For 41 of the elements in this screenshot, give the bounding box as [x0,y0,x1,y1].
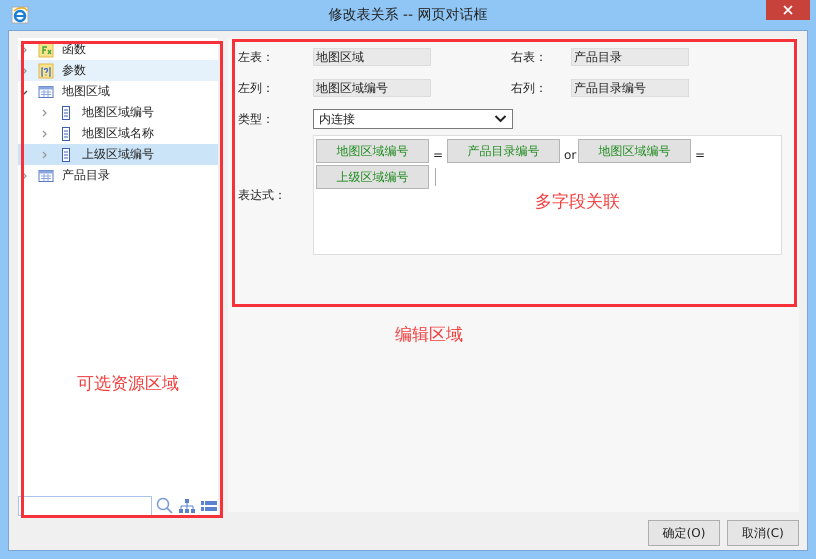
cancel-button[interactable]: 取消(C) [727,520,799,546]
expand-icon[interactable] [40,108,48,116]
operator-text: = [433,148,443,162]
tree-item[interactable]: 地图区域编号 [18,102,218,123]
search-icon[interactable] [156,497,174,515]
hierarchy-icon[interactable] [178,497,196,515]
annotation-text: 编辑区域 [395,324,463,346]
field-label: 表达式： [238,186,287,204]
dropdown-caret-icon[interactable] [494,115,507,123]
operator-text: = [695,148,705,162]
tree-item[interactable]: 上级区域编号 [18,144,218,165]
field-label: 左列： [238,80,275,96]
parameter-icon [38,62,54,78]
close-icon[interactable] [783,5,793,15]
collapse-icon[interactable] [20,88,28,96]
tree-item[interactable]: 地图区域名称 [18,123,218,144]
left-table-field: 地图区域 [313,48,431,66]
field-label: 右表： [511,48,548,66]
expand-icon[interactable] [40,130,48,138]
right-column-field: 产品目录编号 [571,79,689,97]
tree-item[interactable]: 参数 [18,60,218,81]
table-icon [38,84,54,100]
annotation-text: 多字段关联 [535,191,620,213]
operator-text: or [564,148,574,162]
ok-button[interactable]: 确定(O) [648,520,720,546]
type-dropdown[interactable]: 内连接 [313,109,513,129]
table-icon [38,168,54,184]
tree-item[interactable]: 地图区域 [18,81,218,102]
close-button[interactable] [766,0,810,20]
search-field[interactable] [18,496,152,516]
text-cursor [435,168,436,186]
expand-icon[interactable] [40,150,48,158]
window-title: 修改表关系 -- 网页对话框 [327,6,488,24]
browser-logo-icon [11,6,29,24]
tree-item[interactable]: 产品目录 [18,165,218,186]
left-column-field: 地图区域编号 [313,79,431,97]
field-label: 右列： [511,80,548,96]
field-label: 左表： [238,48,275,66]
annotation-text: 可选资源区域 [77,373,179,395]
field-label: 类型： [238,110,275,128]
right-table-field: 产品目录 [571,48,689,66]
